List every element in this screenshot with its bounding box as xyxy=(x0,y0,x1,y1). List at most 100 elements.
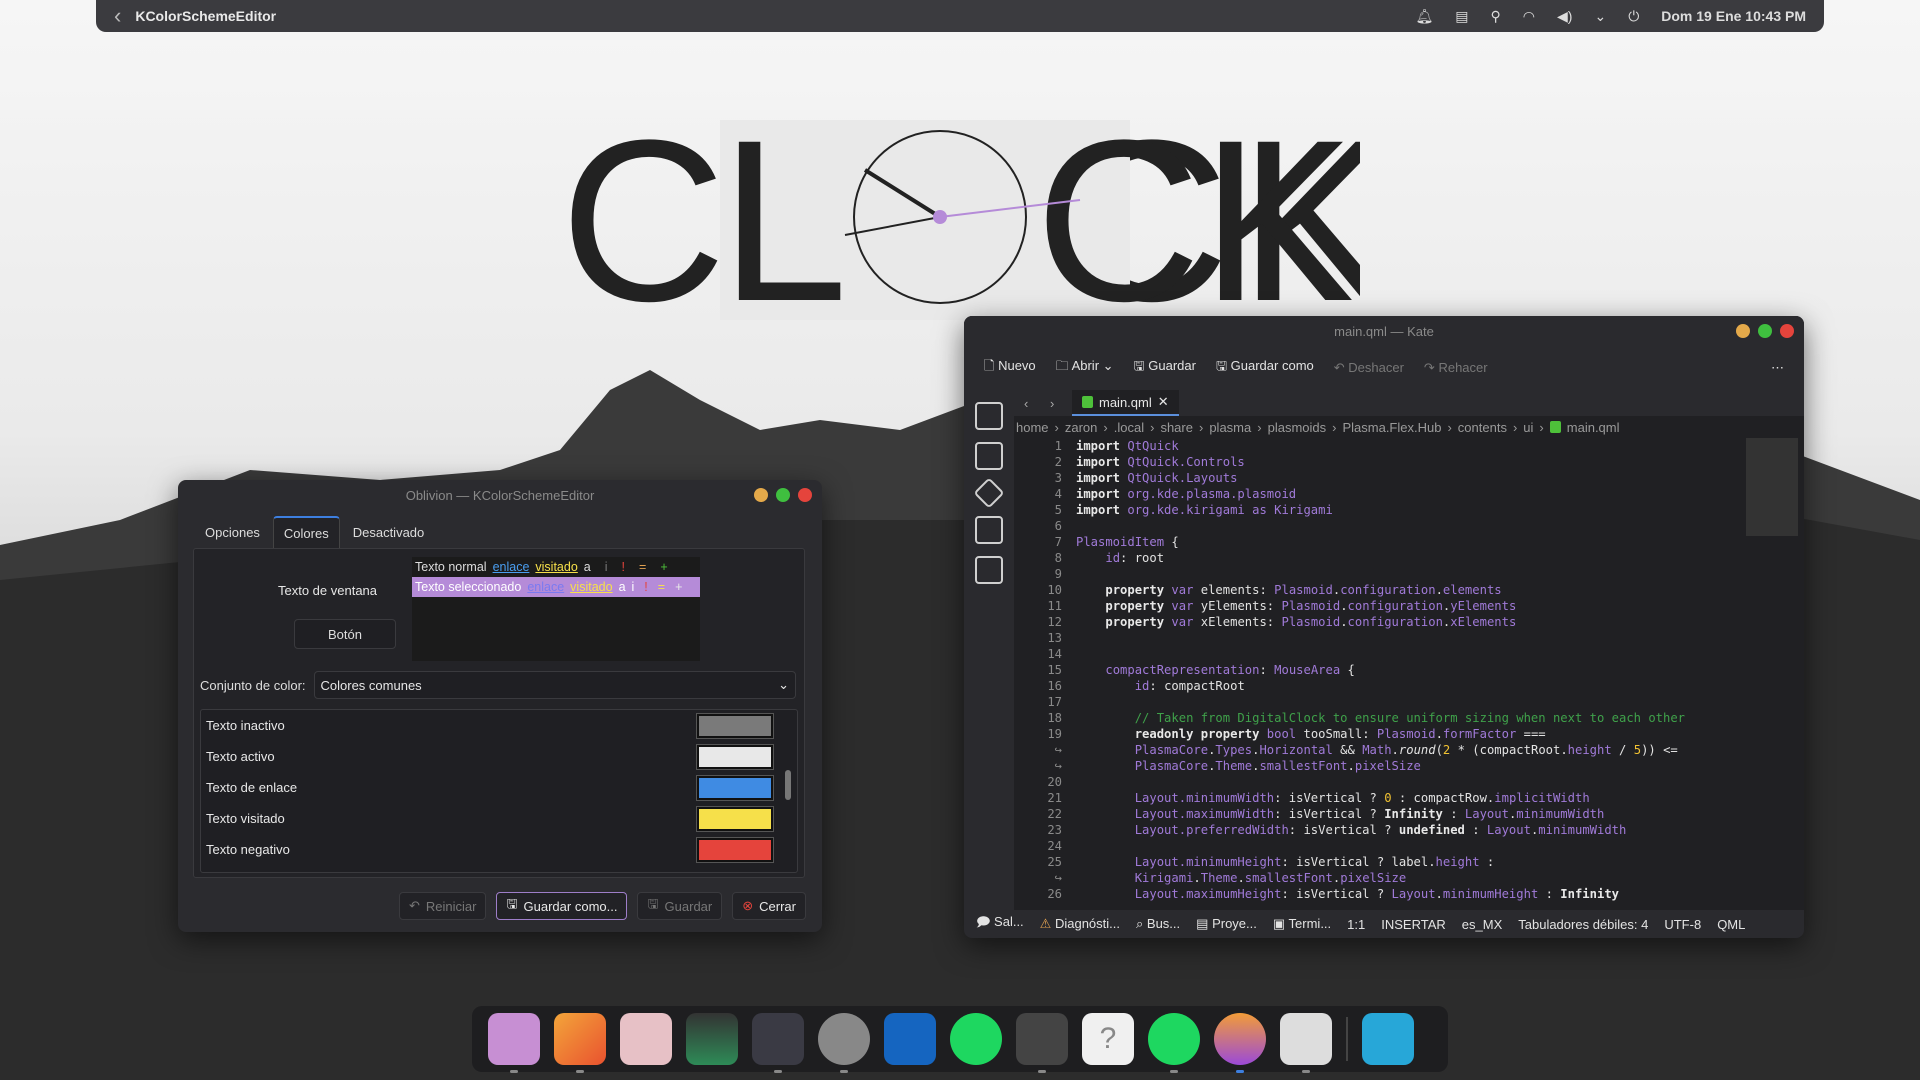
indentation[interactable]: Tabuladores débiles: 4 xyxy=(1518,917,1648,932)
tab-desactivado[interactable]: Desactivado xyxy=(342,516,436,549)
notifications-icon[interactable]: 🔔︎ xyxy=(1416,8,1434,25)
preview-selected-neutral: = xyxy=(657,580,666,594)
tab-colores[interactable]: Colores xyxy=(272,516,340,549)
encoding[interactable]: UTF-8 xyxy=(1664,917,1701,932)
kate-window: main.qml — Kate 🗋 Nuevo 🗀 Abrir ⌄ 🖫 Guar… xyxy=(964,316,1804,938)
git-icon[interactable] xyxy=(973,477,1005,509)
wifi-icon[interactable]: ◠ xyxy=(1523,8,1535,25)
breadcrumb-item[interactable]: .local xyxy=(1114,420,1144,435)
line-number: ↪ xyxy=(1054,759,1062,773)
breadcrumb-item[interactable]: plasma xyxy=(1209,420,1251,435)
next-icon[interactable]: › xyxy=(1050,396,1054,411)
location-icon[interactable]: ⚲ xyxy=(1491,8,1501,25)
diagnostics-label: Diagnósti... xyxy=(1054,916,1120,931)
breadcrumb-item[interactable]: ui xyxy=(1523,420,1533,435)
dictionary[interactable]: es_MX xyxy=(1462,917,1502,932)
color-swatch-button[interactable] xyxy=(697,806,773,831)
maximize-button[interactable] xyxy=(776,488,790,502)
new-button[interactable]: 🗋 Nuevo xyxy=(984,357,1036,379)
close-button[interactable]: ⊗ Cerrar xyxy=(732,892,806,920)
calculator-icon[interactable] xyxy=(1362,1013,1414,1065)
titlebar[interactable]: main.qml — Kate xyxy=(964,316,1804,346)
undo-button[interactable]: ↶ Deshacer xyxy=(1334,360,1404,376)
breadcrumb-item[interactable]: zaron xyxy=(1065,420,1098,435)
datetime[interactable]: Dom 19 Ene 10:43 PM xyxy=(1661,8,1806,24)
preview-a: a xyxy=(583,560,591,574)
outlook-icon[interactable] xyxy=(884,1013,936,1065)
output-toggle[interactable]: 🗩 Sal... xyxy=(976,913,1024,935)
minimize-button[interactable] xyxy=(754,488,768,502)
save-as-button[interactable]: 🖫 Guardar como xyxy=(1216,357,1314,379)
color-label: Texto inactivo xyxy=(206,718,285,733)
chevron-down-icon[interactable]: ⌄ xyxy=(1594,8,1606,25)
syntax-mode[interactable]: QML xyxy=(1717,917,1745,932)
breadcrumb-item[interactable]: plasmoids xyxy=(1268,420,1327,435)
preview-inactive: i xyxy=(604,560,608,574)
tab-main-qml[interactable]: main.qml ✕ xyxy=(1072,390,1179,416)
prev-icon[interactable]: ‹ xyxy=(1024,396,1028,411)
breadcrumb-item[interactable]: home xyxy=(1016,420,1049,435)
terminal-toggle[interactable]: ▣ Termi... xyxy=(1273,916,1331,932)
line-number: 17 xyxy=(1047,695,1062,709)
reset-button[interactable]: ↶ Reiniciar xyxy=(398,892,487,920)
back-icon[interactable]: ‹ xyxy=(114,5,121,27)
preview-negative: ! xyxy=(621,560,626,574)
close-icon[interactable]: ✕ xyxy=(1158,394,1169,410)
line-number: 11 xyxy=(1047,599,1062,613)
power-icon[interactable]: ⏻ xyxy=(1628,8,1639,25)
close-window-button[interactable] xyxy=(1780,324,1794,338)
terminal-icon[interactable] xyxy=(752,1013,804,1073)
save-button[interactable]: 🖫 Guardar xyxy=(1134,357,1196,379)
color-swatch-button[interactable] xyxy=(697,744,773,769)
image-viewer-icon[interactable] xyxy=(686,1013,738,1065)
breadcrumb-item[interactable]: main.qml xyxy=(1567,420,1620,435)
breadcrumb-item[interactable]: contents xyxy=(1458,420,1507,435)
tab-opciones[interactable]: Opciones xyxy=(194,516,271,549)
project-icon[interactable] xyxy=(975,516,1003,544)
save-as-button[interactable]: 🖫 Guardar como... xyxy=(496,892,628,920)
breadcrumb-item[interactable]: share xyxy=(1160,420,1193,435)
titlebar[interactable]: Oblivion — KColorSchemeEditor xyxy=(178,480,822,510)
scrollbar[interactable] xyxy=(785,770,791,800)
filesystem-icon[interactable] xyxy=(975,442,1003,470)
settings-icon[interactable] xyxy=(818,1013,870,1073)
input-mode[interactable]: INSERTAR xyxy=(1381,917,1446,932)
line-number: 24 xyxy=(1047,839,1062,853)
spotify-icon[interactable] xyxy=(1148,1013,1200,1073)
maximize-button[interactable] xyxy=(1758,324,1772,338)
color-set-select[interactable]: Colores comunes ⌄ xyxy=(313,671,796,699)
color-swatch-button[interactable] xyxy=(697,713,773,738)
minimize-button[interactable] xyxy=(1736,324,1750,338)
inkscape-icon[interactable] xyxy=(1016,1013,1068,1073)
volume-icon[interactable]: ◀) xyxy=(1557,8,1572,25)
spotify-icon[interactable] xyxy=(950,1013,1002,1065)
save-button[interactable]: 🖫 Guardar xyxy=(637,892,723,920)
undo-label: Deshacer xyxy=(1348,360,1404,375)
menu-icon[interactable]: ⋯ xyxy=(1771,360,1784,376)
firefox-icon[interactable] xyxy=(1214,1013,1266,1073)
diagnostics-toggle[interactable]: ⚠ Diagnósti... xyxy=(1040,916,1120,932)
files-icon[interactable] xyxy=(488,1013,540,1073)
close-window-button[interactable] xyxy=(798,488,812,502)
minimap[interactable] xyxy=(1746,438,1798,536)
color-swatch-button[interactable] xyxy=(697,775,773,800)
preview-button[interactable]: Botón xyxy=(294,619,396,649)
notes-icon[interactable] xyxy=(1280,1013,1332,1073)
store-icon[interactable] xyxy=(620,1013,672,1065)
redo-button[interactable]: ↷ Rehacer xyxy=(1424,360,1488,376)
window-title: Oblivion — KColorSchemeEditor xyxy=(405,487,595,503)
code-editor[interactable]: 1 2 3 4 5 6 7 8 9 10 11 12 13 14 15 16 17 18 19 ↪ ↪ 20 21 22 23 2… xyxy=(1014,438,1754,901)
help-icon[interactable]: ? xyxy=(1082,1013,1134,1065)
breadcrumb-item[interactable]: Plasma.Flex.Hub xyxy=(1342,420,1441,435)
open-button[interactable]: 🗀 Abrir ⌄ xyxy=(1056,357,1114,379)
clipboard-icon[interactable]: ▤ xyxy=(1455,8,1468,25)
new-file-icon: 🗋 xyxy=(984,358,995,373)
project-label: Proye... xyxy=(1212,916,1257,931)
color-swatch-button[interactable] xyxy=(697,837,773,862)
gitkraken-icon[interactable] xyxy=(554,1013,606,1073)
cursor-position[interactable]: 1:1 xyxy=(1347,917,1365,932)
folder-icon[interactable] xyxy=(975,556,1003,584)
documents-icon[interactable] xyxy=(975,402,1003,430)
search-toggle[interactable]: ⌕ Bus... xyxy=(1136,916,1180,932)
project-toggle[interactable]: ▤ Proye... xyxy=(1196,916,1257,932)
